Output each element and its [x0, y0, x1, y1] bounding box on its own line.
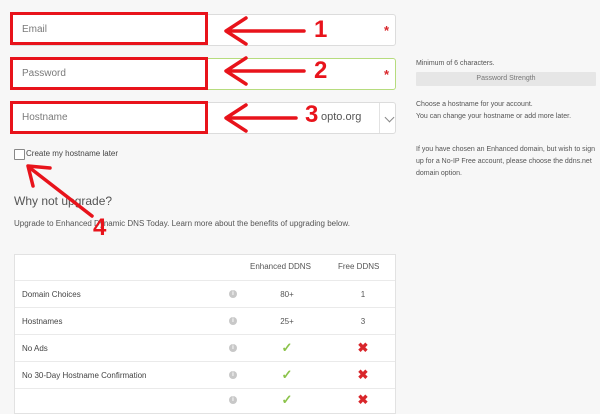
arrow-4: [28, 166, 94, 218]
annotation-number-1: 1: [314, 16, 328, 43]
annotation-arrows: [26, 16, 306, 218]
annotation-number-2: 2: [314, 57, 328, 84]
annotation-number-4: 4: [93, 214, 107, 241]
annotation-number-3: 3: [305, 101, 319, 128]
